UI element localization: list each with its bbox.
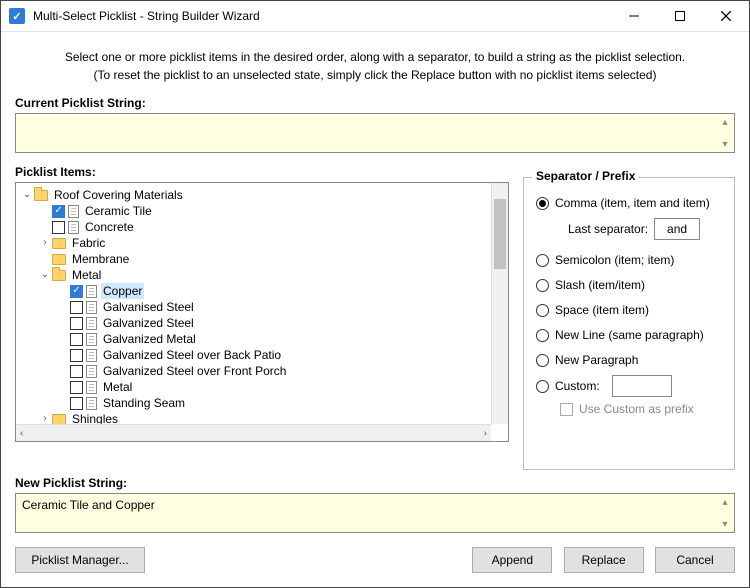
horizontal-scrollbar[interactable]: ‹ › <box>16 424 491 441</box>
file-icon <box>86 381 97 394</box>
checkbox-icon[interactable] <box>70 333 83 346</box>
file-icon <box>86 317 97 330</box>
checkbox-icon[interactable] <box>70 301 83 314</box>
radio-custom[interactable]: Custom: <box>536 375 722 397</box>
tree-node-galvanised-steel[interactable]: Galvanised Steel <box>18 299 506 315</box>
expand-icon[interactable]: › <box>38 235 52 251</box>
tree-node-metal[interactable]: ⌄ Metal <box>18 267 506 283</box>
custom-separator-input[interactable] <box>612 375 672 397</box>
tree-node-membrane[interactable]: Membrane <box>18 251 506 267</box>
scroll-left-icon[interactable]: ‹ <box>20 428 23 439</box>
radio-semicolon[interactable]: Semicolon (item; item) <box>536 250 722 270</box>
current-picklist-label: Current Picklist String: <box>15 96 735 110</box>
file-icon <box>86 397 97 410</box>
app-icon: ✓ <box>9 8 25 24</box>
separator-groupbox: Separator / Prefix Comma (item, item and… <box>523 177 735 470</box>
scroll-up-icon[interactable]: ▴ <box>718 115 732 129</box>
folder-icon <box>52 414 66 425</box>
instruction-line-1: Select one or more picklist items in the… <box>15 48 735 66</box>
checkbox-icon[interactable] <box>70 381 83 394</box>
radio-icon[interactable] <box>536 329 549 342</box>
radio-icon[interactable] <box>536 304 549 317</box>
folder-icon <box>52 238 66 249</box>
new-picklist-textarea[interactable]: Ceramic Tile and Copper ▴ ▾ <box>15 493 735 533</box>
scrollbar-thumb[interactable] <box>494 199 506 269</box>
use-custom-prefix-row[interactable]: Use Custom as prefix <box>560 402 722 416</box>
scroll-right-icon[interactable]: › <box>484 428 487 439</box>
radio-slash[interactable]: Slash (item/item) <box>536 275 722 295</box>
folder-open-icon <box>34 190 48 201</box>
radio-comma[interactable]: Comma (item, item and item) <box>536 193 722 213</box>
radio-icon[interactable] <box>536 354 549 367</box>
current-picklist-textarea[interactable]: ▴ ▾ <box>15 113 735 153</box>
tree-node-concrete[interactable]: Concrete <box>18 219 506 235</box>
content-area: Select one or more picklist items in the… <box>1 32 749 587</box>
checkbox-icon[interactable] <box>70 317 83 330</box>
replace-button[interactable]: Replace <box>564 547 644 573</box>
scroll-down-icon[interactable]: ▾ <box>718 137 732 151</box>
tree-node-copper[interactable]: ✓ Copper <box>18 283 506 299</box>
file-icon <box>86 349 97 362</box>
checkbox-icon[interactable] <box>70 397 83 410</box>
picklist-items-label: Picklist Items: <box>15 165 509 179</box>
last-separator-input[interactable] <box>654 218 700 240</box>
file-icon <box>86 333 97 346</box>
vertical-scrollbar[interactable] <box>491 183 508 424</box>
minimize-button[interactable] <box>611 1 657 32</box>
checkbox-icon[interactable] <box>70 349 83 362</box>
checkbox-icon[interactable] <box>560 403 573 416</box>
picklist-manager-button[interactable]: Picklist Manager... <box>15 547 145 573</box>
tree-node-root[interactable]: ⌄ Roof Covering Materials <box>18 187 506 203</box>
collapse-icon[interactable]: ⌄ <box>38 267 52 283</box>
instructions: Select one or more picklist items in the… <box>15 48 735 84</box>
collapse-icon[interactable]: ⌄ <box>20 187 34 203</box>
picklist-tree: ⌄ Roof Covering Materials ✓ Ceramic Tile <box>15 182 509 442</box>
tree-node-galvanized-steel[interactable]: Galvanized Steel <box>18 315 506 331</box>
tree-node-galvanized-front-porch[interactable]: Galvanized Steel over Front Porch <box>18 363 506 379</box>
append-button[interactable]: Append <box>472 547 552 573</box>
checkbox-checked-icon[interactable]: ✓ <box>52 205 65 218</box>
instruction-line-2: (To reset the picklist to an unselected … <box>15 66 735 84</box>
separator-legend: Separator / Prefix <box>532 169 639 183</box>
radio-icon[interactable] <box>536 380 549 393</box>
footer: Picklist Manager... Append Replace Cance… <box>15 547 735 573</box>
tree-node-metal-leaf[interactable]: Metal <box>18 379 506 395</box>
last-separator-label: Last separator: <box>568 222 648 236</box>
radio-new-paragraph[interactable]: New Paragraph <box>536 350 722 370</box>
file-icon <box>86 285 97 298</box>
checkbox-checked-icon[interactable]: ✓ <box>70 285 83 298</box>
file-icon <box>68 205 79 218</box>
tree-viewport[interactable]: ⌄ Roof Covering Materials ✓ Ceramic Tile <box>16 183 508 441</box>
folder-open-icon <box>52 270 66 281</box>
tree-node-galvanized-metal[interactable]: Galvanized Metal <box>18 331 506 347</box>
scroll-down-icon[interactable]: ▾ <box>718 517 732 531</box>
radio-checked-icon[interactable] <box>536 197 549 210</box>
radio-icon[interactable] <box>536 279 549 292</box>
tree-node-standing-seam[interactable]: Standing Seam <box>18 395 506 411</box>
checkbox-icon[interactable] <box>70 365 83 378</box>
cancel-button[interactable]: Cancel <box>655 547 735 573</box>
window: ✓ Multi-Select Picklist - String Builder… <box>0 0 750 588</box>
tree-node-fabric[interactable]: › Fabric <box>18 235 506 251</box>
window-title: Multi-Select Picklist - String Builder W… <box>33 9 611 23</box>
radio-newline[interactable]: New Line (same paragraph) <box>536 325 722 345</box>
checkbox-icon[interactable] <box>52 221 65 234</box>
last-separator-row: Last separator: <box>568 218 722 240</box>
tree-node-ceramic-tile[interactable]: ✓ Ceramic Tile <box>18 203 506 219</box>
titlebar: ✓ Multi-Select Picklist - String Builder… <box>1 1 749 32</box>
scroll-up-icon[interactable]: ▴ <box>718 495 732 509</box>
radio-space[interactable]: Space (item item) <box>536 300 722 320</box>
close-button[interactable] <box>703 1 749 32</box>
tree-node-galvanized-back-patio[interactable]: Galvanized Steel over Back Patio <box>18 347 506 363</box>
radio-icon[interactable] <box>536 254 549 267</box>
new-picklist-value: Ceramic Tile and Copper <box>22 498 155 512</box>
new-picklist-label: New Picklist String: <box>15 476 735 490</box>
maximize-button[interactable] <box>657 1 703 32</box>
file-icon <box>68 221 79 234</box>
file-icon <box>86 301 97 314</box>
folder-icon <box>52 254 66 265</box>
file-icon <box>86 365 97 378</box>
